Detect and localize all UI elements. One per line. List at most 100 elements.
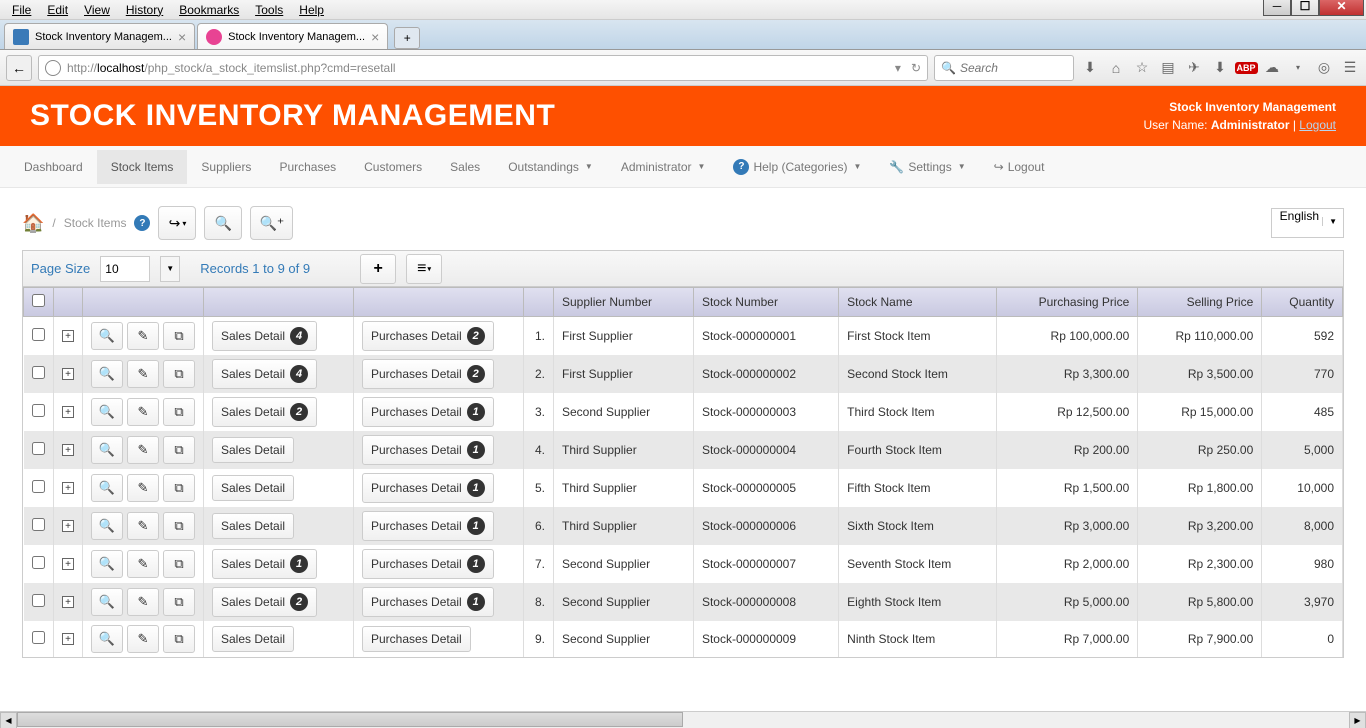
expand-button[interactable]: + <box>62 368 74 380</box>
search-button[interactable]: 🔍 <box>204 206 242 240</box>
sales-detail-button[interactable]: Sales Detail <box>212 626 294 652</box>
os-menu-help[interactable]: Help <box>291 1 332 19</box>
column-header[interactable] <box>354 288 524 317</box>
edit-button[interactable]: ✎ <box>127 625 159 653</box>
copy-button[interactable]: ⧉ <box>163 625 195 653</box>
new-tab-button[interactable]: + <box>394 27 420 49</box>
column-header[interactable]: Stock Number <box>693 288 838 317</box>
home-icon[interactable]: ⌂ <box>1106 58 1126 78</box>
view-button[interactable]: 🔍 <box>91 625 123 653</box>
copy-button[interactable]: ⧉ <box>163 512 195 540</box>
logout-link[interactable]: Logout <box>1299 118 1336 132</box>
column-header[interactable] <box>83 288 204 317</box>
edit-button[interactable]: ✎ <box>127 398 159 426</box>
save-icon[interactable]: ⬇ <box>1210 58 1230 78</box>
page-size-dropdown[interactable]: ▼ <box>160 256 180 282</box>
expand-button[interactable]: + <box>62 558 74 570</box>
copy-button[interactable]: ⧉ <box>163 550 195 578</box>
expand-button[interactable]: + <box>62 330 74 342</box>
nav-sales[interactable]: Sales <box>436 150 494 184</box>
scroll-left-icon[interactable]: ◀ <box>0 712 17 728</box>
view-button[interactable]: 🔍 <box>91 398 123 426</box>
zoom-button[interactable]: 🔍⁺ <box>250 206 293 240</box>
sales-detail-button[interactable]: Sales Detail 4 <box>212 359 317 389</box>
dropdown-icon[interactable]: ▾ <box>895 61 901 75</box>
language-select[interactable]: English <box>1271 208 1344 238</box>
os-menu-history[interactable]: History <box>118 1 171 19</box>
copy-button[interactable]: ⧉ <box>163 436 195 464</box>
view-button[interactable]: 🔍 <box>91 512 123 540</box>
edit-button[interactable]: ✎ <box>127 360 159 388</box>
copy-button[interactable]: ⧉ <box>163 360 195 388</box>
purchases-detail-button[interactable]: Purchases Detail 1 <box>362 397 494 427</box>
os-menu-bookmarks[interactable]: Bookmarks <box>171 1 247 19</box>
browser-tab-1[interactable]: Stock Inventory Managem...× <box>197 23 388 49</box>
search-box[interactable]: 🔍 <box>934 55 1074 81</box>
view-button[interactable]: 🔍 <box>91 436 123 464</box>
edit-button[interactable]: ✎ <box>127 550 159 578</box>
expand-button[interactable]: + <box>62 406 74 418</box>
send-icon[interactable]: ✈ <box>1184 58 1204 78</box>
target-icon[interactable]: ◎ <box>1314 58 1334 78</box>
view-button[interactable]: 🔍 <box>91 322 123 350</box>
purchases-detail-button[interactable]: Purchases Detail 2 <box>362 321 494 351</box>
column-header[interactable] <box>204 288 354 317</box>
column-header[interactable]: Selling Price <box>1138 288 1262 317</box>
expand-button[interactable]: + <box>62 596 74 608</box>
horizontal-scrollbar[interactable]: ◀ ▶ <box>0 711 1366 728</box>
column-header[interactable]: Purchasing Price <box>997 288 1138 317</box>
copy-button[interactable]: ⧉ <box>163 398 195 426</box>
purchases-detail-button[interactable]: Purchases Detail <box>362 626 471 652</box>
purchases-detail-button[interactable]: Purchases Detail 2 <box>362 359 494 389</box>
expand-button[interactable]: + <box>62 520 74 532</box>
browser-tab-0[interactable]: Stock Inventory Managem...× <box>4 23 195 49</box>
scroll-right-icon[interactable]: ▶ <box>1349 712 1366 728</box>
view-button[interactable]: 🔍 <box>91 360 123 388</box>
purchases-detail-button[interactable]: Purchases Detail 1 <box>362 511 494 541</box>
column-header[interactable]: Supplier Number <box>554 288 694 317</box>
abp-icon[interactable]: ABP <box>1236 58 1256 78</box>
purchases-detail-button[interactable]: Purchases Detail 1 <box>362 473 494 503</box>
view-button[interactable]: 🔍 <box>91 550 123 578</box>
nav-logout[interactable]: ↪ Logout <box>980 150 1059 184</box>
column-header[interactable] <box>524 288 554 317</box>
nav-administrator[interactable]: Administrator ▼ <box>607 150 720 184</box>
url-input[interactable]: http://localhost/php_stock/a_stock_items… <box>38 55 928 81</box>
download-icon[interactable]: ⬇ <box>1080 58 1100 78</box>
window-close-button[interactable]: ✕ <box>1319 0 1364 16</box>
edit-button[interactable]: ✎ <box>127 322 159 350</box>
nav-dashboard[interactable]: Dashboard <box>10 150 97 184</box>
sales-detail-button[interactable]: Sales Detail 2 <box>212 587 317 617</box>
edit-button[interactable]: ✎ <box>127 436 159 464</box>
back-button[interactable]: ← <box>6 55 32 81</box>
column-header[interactable]: Quantity <box>1262 288 1343 317</box>
nav-settings[interactable]: 🔧 Settings ▼ <box>875 150 979 184</box>
scroll-track[interactable] <box>17 712 1349 728</box>
select-all-checkbox[interactable] <box>32 294 45 307</box>
home-icon[interactable]: 🏠 <box>22 213 44 234</box>
view-button[interactable]: 🔍 <box>91 588 123 616</box>
sales-detail-button[interactable]: Sales Detail <box>212 437 294 463</box>
scroll-thumb[interactable] <box>17 712 683 727</box>
row-checkbox[interactable] <box>32 366 45 379</box>
os-menu-view[interactable]: View <box>76 1 118 19</box>
os-menu-edit[interactable]: Edit <box>39 1 76 19</box>
nav-suppliers[interactable]: Suppliers <box>187 150 265 184</box>
search-input[interactable] <box>960 61 1067 75</box>
sales-detail-button[interactable]: Sales Detail 1 <box>212 549 317 579</box>
sales-detail-button[interactable]: Sales Detail 4 <box>212 321 317 351</box>
row-checkbox[interactable] <box>32 631 45 644</box>
bookmarks-list-icon[interactable]: ▤ <box>1158 58 1178 78</box>
purchases-detail-button[interactable]: Purchases Detail 1 <box>362 549 494 579</box>
column-header[interactable]: Stock Name <box>839 288 997 317</box>
row-checkbox[interactable] <box>32 594 45 607</box>
column-header[interactable] <box>54 288 83 317</box>
reload-icon[interactable]: ↻ <box>911 61 921 75</box>
sales-detail-button[interactable]: Sales Detail 2 <box>212 397 317 427</box>
dropdown-icon[interactable]: ▾ <box>1288 58 1308 78</box>
purchases-detail-button[interactable]: Purchases Detail 1 <box>362 435 494 465</box>
edit-button[interactable]: ✎ <box>127 588 159 616</box>
list-options-button[interactable]: ≡ ▾ <box>406 254 442 284</box>
nav-purchases[interactable]: Purchases <box>265 150 350 184</box>
nav-stock-items[interactable]: Stock Items <box>97 150 188 184</box>
